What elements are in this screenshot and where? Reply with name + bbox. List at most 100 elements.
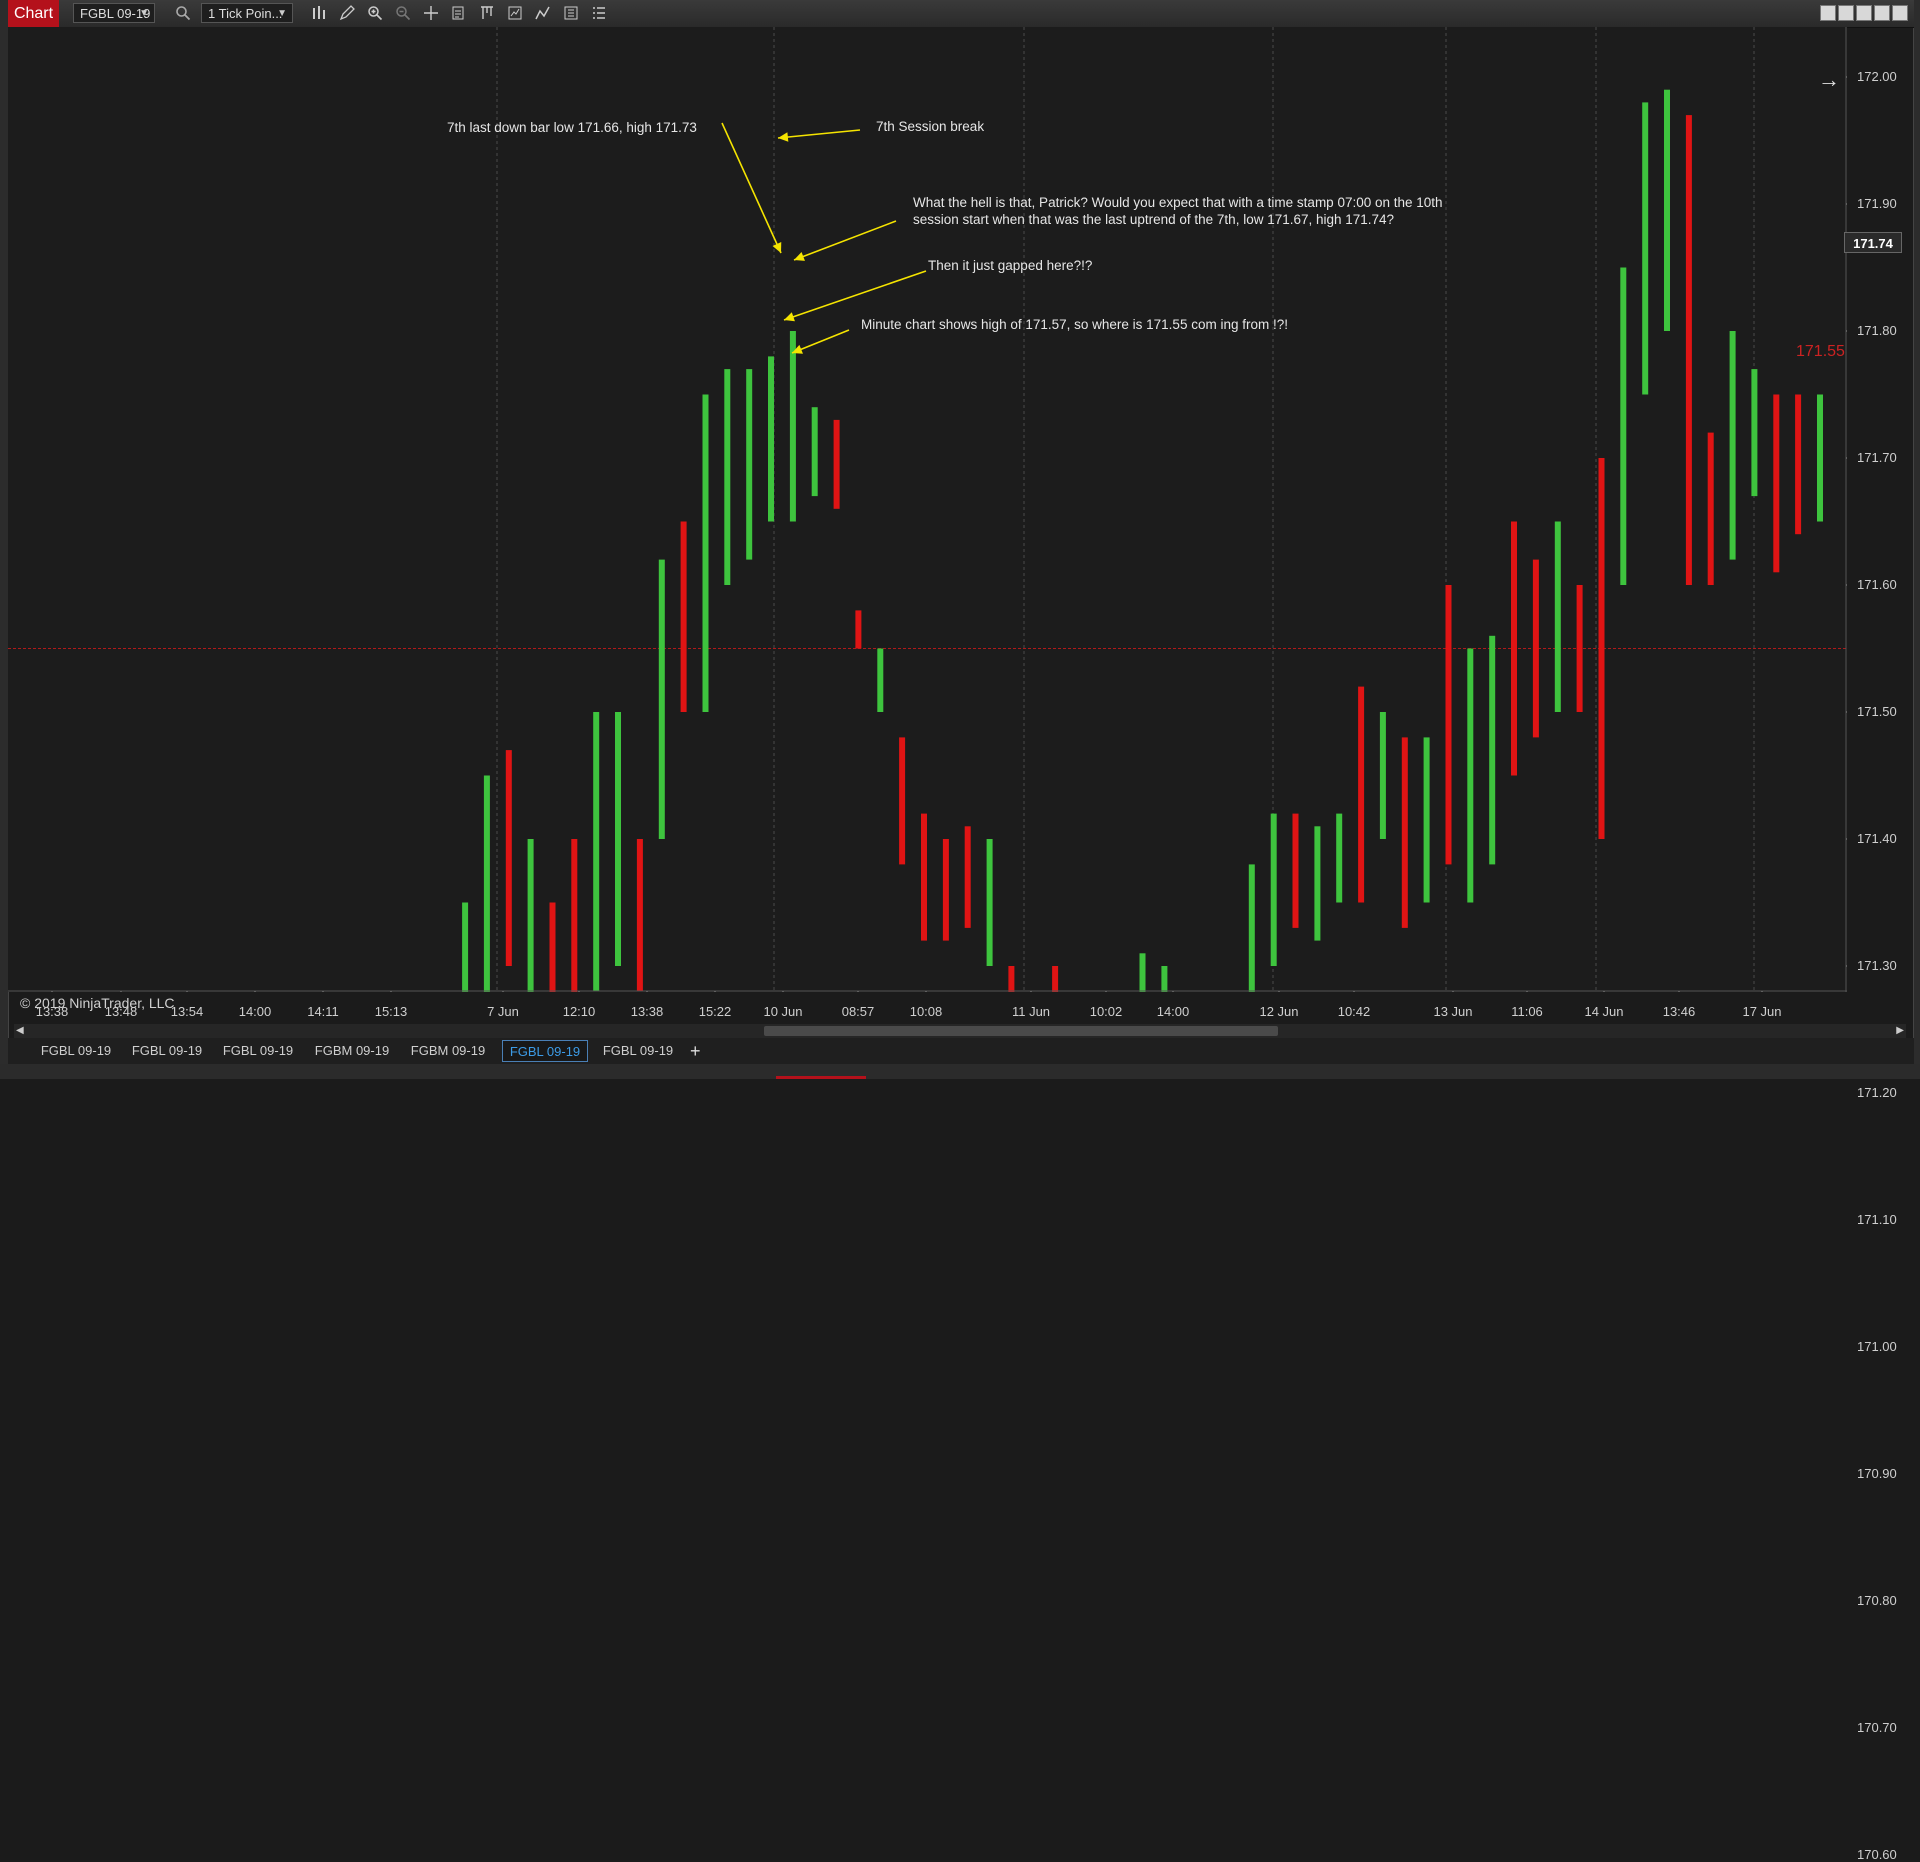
price-bar (1052, 966, 1059, 992)
price-chart (8, 27, 1847, 992)
scroll-right-icon[interactable]: ▶ (1896, 1024, 1904, 1038)
price-bar (1358, 686, 1365, 903)
annotation-arrow (777, 129, 861, 139)
price-bar (1554, 521, 1561, 712)
price-axis-label: 171.70 (1857, 450, 1897, 465)
price-bar (1379, 712, 1386, 839)
bars-icon[interactable] (308, 3, 330, 23)
scroll-left-icon[interactable]: ◀ (16, 1024, 24, 1038)
indicators-icon[interactable] (532, 3, 554, 23)
price-bar (658, 559, 665, 839)
bar-type-label: 1 Tick Poin... (208, 6, 283, 21)
price-bar (1729, 331, 1736, 560)
restore-icon[interactable] (1874, 5, 1890, 21)
tab-fgbl-3[interactable]: FGBL 09-19 (216, 1040, 300, 1062)
strategies-icon[interactable] (504, 3, 526, 23)
bar-type-selector[interactable]: 1 Tick Poin... ▼ (201, 3, 293, 23)
chart-window-tab[interactable]: Chart (8, 0, 59, 27)
price-axis-label: 171.40 (1857, 831, 1897, 846)
time-axis-label: 12 Jun (1259, 1004, 1299, 1019)
scrollbar-thumb[interactable] (764, 1026, 1278, 1036)
zoom-in-icon[interactable] (364, 3, 386, 23)
instrument-tab-bar: FGBL 09-19 FGBL 09-19 FGBL 09-19 FGBM 09… (8, 1038, 1914, 1064)
price-bar (921, 813, 927, 941)
tab-fgbm-1[interactable]: FGBM 09-19 (308, 1040, 396, 1062)
data-box-icon[interactable] (560, 3, 582, 23)
time-axis-label: 14:00 (1156, 1004, 1190, 1019)
price-axis-label: 171.30 (1857, 958, 1897, 973)
price-axis-label: 171.90 (1857, 196, 1897, 211)
price-bar (724, 369, 731, 585)
tab-fgbm-2[interactable]: FGBM 09-19 (404, 1040, 492, 1062)
time-axis-label: 15:13 (374, 1004, 408, 1019)
arrow-head (784, 312, 795, 322)
price-bar (1685, 115, 1692, 585)
minimize-icon[interactable] (1856, 5, 1872, 21)
chart-scrollbar[interactable]: ◀ ▶ (14, 1024, 1906, 1038)
annotation-arrow (783, 270, 927, 321)
arrow-head (778, 132, 789, 142)
price-bar (1336, 813, 1343, 903)
annotation-minute-chart: Minute chart shows high of 171.57, so wh… (861, 317, 1288, 332)
price-bar (789, 331, 796, 522)
price-bar (942, 839, 949, 941)
price-bar (768, 356, 774, 522)
price-bar (505, 750, 512, 966)
list-icon[interactable] (588, 3, 610, 23)
price-axis-label: 170.80 (1857, 1593, 1897, 1608)
chart-plot-area[interactable]: © 2019 NinjaTrader, LLC → 7th last down … (8, 27, 1847, 1011)
price-bar (1248, 864, 1255, 992)
price-bar (1161, 966, 1168, 992)
search-icon[interactable] (172, 3, 194, 23)
time-axis-label: 13:46 (1662, 1004, 1696, 1019)
price-bar (1270, 813, 1277, 966)
add-tab-button[interactable]: + (690, 1040, 701, 1062)
time-axis-label: 15:22 (698, 1004, 732, 1019)
zoom-out-icon[interactable] (392, 3, 414, 23)
price-bar (1489, 635, 1496, 865)
tab-fgbl-active[interactable]: FGBL 09-19 (502, 1040, 588, 1062)
time-axis-label: 10:08 (909, 1004, 943, 1019)
tab-fgbl-4[interactable]: FGBL 09-19 (596, 1040, 680, 1062)
price-bar (1139, 953, 1146, 992)
price-bar (855, 610, 862, 649)
instrument-selector[interactable]: FGBL 09-19 ▼ (73, 3, 155, 23)
close-icon[interactable] (1892, 5, 1908, 21)
last-price-marker: 171.74 (1844, 232, 1902, 253)
annotation-arrow (793, 220, 897, 261)
price-bar (483, 775, 490, 992)
time-axis-label: 08:57 (841, 1004, 875, 1019)
tile-icon[interactable] (1820, 5, 1836, 21)
pencil-icon[interactable] (336, 3, 358, 23)
price-bar (527, 839, 534, 992)
crosshair-icon[interactable] (420, 3, 442, 23)
tab-fgbl-1[interactable]: FGBL 09-19 (34, 1040, 118, 1062)
price-bar (877, 648, 884, 712)
annotation-gap: Then it just gapped here?!? (928, 258, 1093, 273)
price-bar (702, 394, 709, 712)
tab-fgbl-2[interactable]: FGBL 09-19 (125, 1040, 209, 1062)
chevron-down-icon: ▼ (139, 8, 149, 19)
time-axis-label: 14 Jun (1584, 1004, 1624, 1019)
price-axis-label: 171.20 (1857, 1085, 1897, 1100)
float-icon[interactable] (1838, 5, 1854, 21)
price-bar (462, 902, 469, 992)
price-bar (1598, 458, 1605, 839)
time-axis-label: 13:38 (630, 1004, 664, 1019)
price-bar (1314, 826, 1321, 941)
price-axis-label: 172.00 (1857, 69, 1897, 84)
properties-icon[interactable] (448, 3, 470, 23)
time-axis-label: 10:42 (1337, 1004, 1371, 1019)
price-bar (1620, 267, 1627, 585)
annotation-arrow (721, 122, 782, 254)
time-axis-label: 12:10 (562, 1004, 596, 1019)
price-axis-label: 170.60 (1857, 1847, 1897, 1862)
price-axis-label: 170.70 (1857, 1720, 1897, 1735)
time-axis-label: 14:00 (238, 1004, 272, 1019)
time-axis-label: 13:48 (104, 1004, 138, 1019)
price-bar (1642, 102, 1649, 395)
chart-toolbar: Chart FGBL 09-19 ▼ 1 Tick Poin... ▼ (8, 0, 1914, 28)
price-bar (1292, 813, 1299, 928)
templates-icon[interactable] (476, 3, 498, 23)
arrow-right-icon[interactable]: → (1818, 67, 1840, 93)
